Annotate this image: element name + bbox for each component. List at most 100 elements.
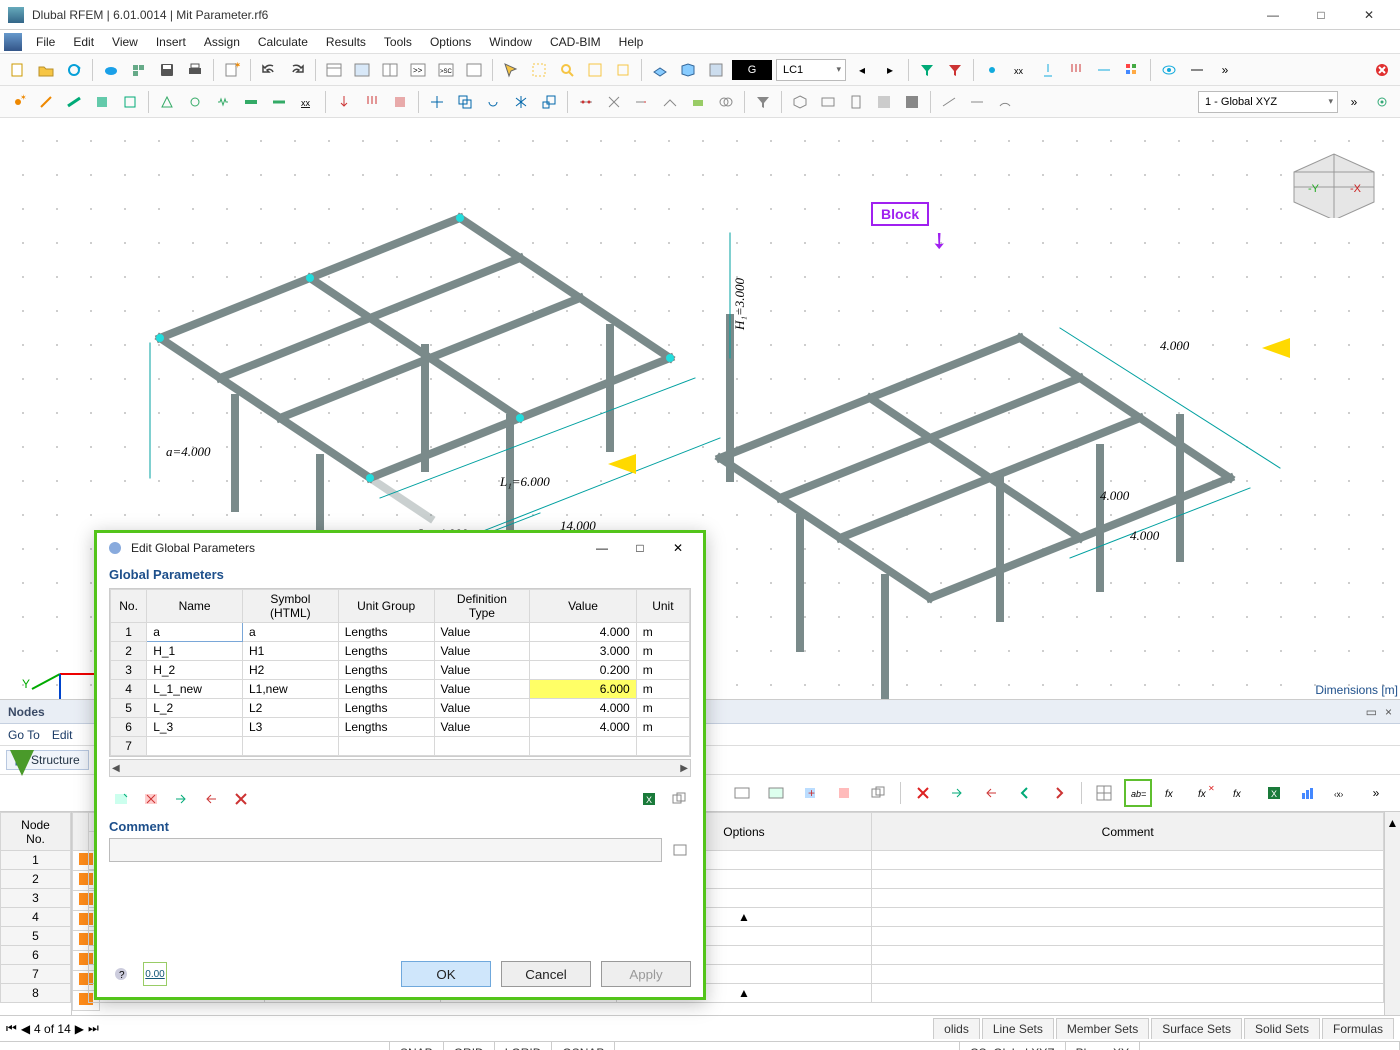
hide-icon[interactable] [1185,58,1209,82]
sheet-pager[interactable]: ⏮◀ 4 of 14 ▶⏭ [6,1021,99,1036]
menu-edit[interactable]: Edit [65,32,102,52]
grid-toggle[interactable]: GRID [444,1042,495,1050]
open-file-icon[interactable] [34,58,58,82]
table-scrollbar[interactable]: ▲ [1384,812,1400,1015]
menu-assign[interactable]: Assign [196,32,248,52]
tab-line-sets[interactable]: Line Sets [982,1018,1054,1039]
new-line-icon[interactable] [34,90,58,114]
menu-options[interactable]: Options [422,32,479,52]
load-node-icon[interactable] [332,90,356,114]
tbl-fx-del-icon[interactable]: fx✕ [1192,779,1220,807]
tbl-more-icon[interactable]: » [1362,779,1390,807]
dlg-insert-icon[interactable] [109,787,133,811]
dock-close-icon[interactable]: × [1385,705,1392,719]
visibility-eye-icon[interactable] [1157,58,1181,82]
workplane1-icon[interactable] [648,58,672,82]
new-surface-icon[interactable] [90,90,114,114]
tbl-del-icon[interactable] [830,779,858,807]
menu-results[interactable]: Results [318,32,374,52]
tab-member-sets[interactable]: Member Sets [1056,1018,1149,1039]
dialog-minimize-icon[interactable]: — [587,541,617,555]
tab-solid-sets[interactable]: Solid Sets [1244,1018,1320,1039]
script-icon[interactable]: >SC [434,58,458,82]
table3-icon[interactable] [378,58,402,82]
dialog-maximize-icon[interactable]: □ [625,541,655,555]
load-line-icon[interactable] [360,90,384,114]
print-icon[interactable] [183,58,207,82]
clear-filter-icon[interactable] [943,58,967,82]
view-iso-icon[interactable] [788,90,812,114]
release-icon[interactable] [239,90,263,114]
menu-cad-bim[interactable]: CAD-BIM [542,32,609,52]
parameters-grid[interactable]: No. Name Symbol (HTML) Unit Group Defini… [109,588,691,757]
workplane2-icon[interactable] [676,58,700,82]
comment-input[interactable] [109,838,662,862]
tab-formulas[interactable]: Formulas [1322,1018,1394,1039]
reload-icon[interactable] [62,58,86,82]
lgrid-toggle[interactable]: LGRID [495,1042,553,1050]
tbl-export-icon[interactable] [977,779,1005,807]
filter-icon[interactable] [915,58,939,82]
dlg-delete-icon[interactable] [139,787,163,811]
dlg-clear-icon[interactable] [229,787,253,811]
dlg-units-button[interactable]: 0.00 [143,962,167,986]
zoom-icon[interactable] [555,58,579,82]
intersect-icon[interactable] [714,90,738,114]
tbl-icon2[interactable] [762,779,790,807]
tbl-grid-icon[interactable] [1090,779,1118,807]
move-icon[interactable] [425,90,449,114]
dlg-import-icon[interactable] [169,787,193,811]
tbl-fx2-icon[interactable]: fx [1226,779,1254,807]
tab-solids[interactable]: olids [933,1018,980,1039]
new-file-icon[interactable] [6,58,30,82]
menu-window[interactable]: Window [481,32,540,52]
tbl-chart-icon[interactable] [1294,779,1322,807]
cancel-button[interactable]: Cancel [501,961,591,987]
new-member-icon[interactable] [62,90,86,114]
show-dim-icon[interactable] [1092,58,1116,82]
zoom-sel-icon[interactable] [611,58,635,82]
tbl-formula-ab-icon[interactable]: ab= [1124,779,1152,807]
prev-lc-icon[interactable]: ◂ [850,58,874,82]
new-opening-icon[interactable] [118,90,142,114]
apply-button[interactable]: Apply [601,961,691,987]
dlg-copy2-icon[interactable] [667,787,691,811]
next-lc-icon[interactable]: ▸ [878,58,902,82]
delete-all-icon[interactable] [1370,58,1394,82]
results-nav-icon[interactable] [462,58,486,82]
select-window-icon[interactable] [527,58,551,82]
menu-view[interactable]: View [104,32,146,52]
join-icon[interactable] [658,90,682,114]
extrude-icon[interactable] [686,90,710,114]
funnel-icon[interactable] [751,90,775,114]
hinge-icon[interactable] [183,90,207,114]
view-xy-icon[interactable] [816,90,840,114]
grid-toggle-icon[interactable] [704,58,728,82]
tbl-icon1[interactable] [728,779,756,807]
rotate-icon[interactable] [481,90,505,114]
tbl-import-icon[interactable] [943,779,971,807]
tbl-delete-icon[interactable] [909,779,937,807]
rigid-link-icon[interactable] [267,90,291,114]
divide-icon[interactable] [574,90,598,114]
menu-file[interactable]: File [28,32,63,52]
tbl-left-icon[interactable] [1011,779,1039,807]
ok-button[interactable]: OK [401,961,491,987]
measure3-icon[interactable] [993,90,1017,114]
show-supports-icon[interactable] [1036,58,1060,82]
tbl-add-icon[interactable]: + [796,779,824,807]
snap-toggle[interactable]: SNAP [390,1042,444,1050]
console-icon[interactable]: >> [406,58,430,82]
load-area-icon[interactable] [388,90,412,114]
tab-surface-sets[interactable]: Surface Sets [1151,1018,1242,1039]
show-numbering-icon[interactable]: xx [1008,58,1032,82]
osnap-toggle[interactable]: OSNAP [552,1042,615,1050]
goto-link[interactable]: Go To [8,728,40,742]
new-model-icon[interactable]: ✶ [220,58,244,82]
connect-icon[interactable] [602,90,626,114]
tbl-xml-icon[interactable]: ‹x› [1328,779,1356,807]
label-xx-icon[interactable]: xx [295,90,319,114]
measure1-icon[interactable] [937,90,961,114]
extend-icon[interactable] [630,90,654,114]
render1-icon[interactable] [872,90,896,114]
